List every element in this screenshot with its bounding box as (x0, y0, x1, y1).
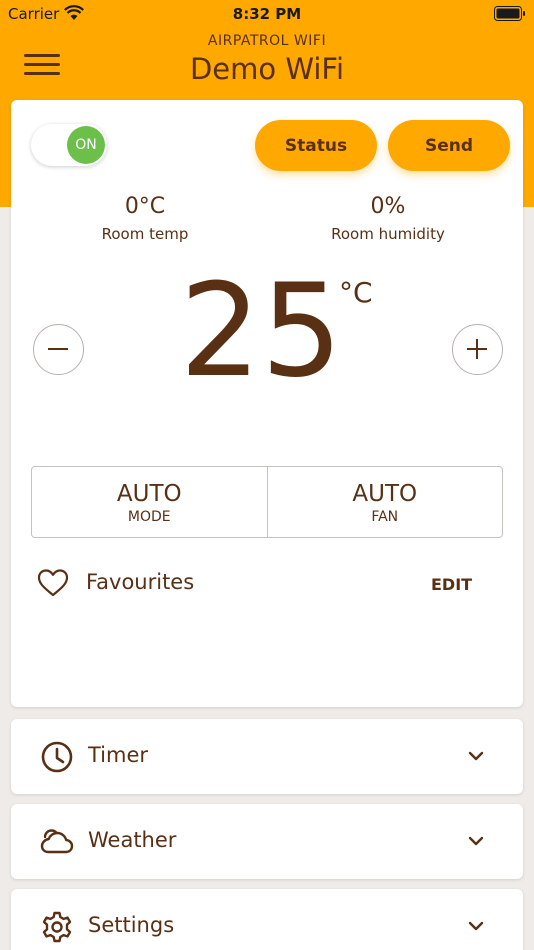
page-title: Demo WiFi (189, 52, 345, 86)
battery-icon (494, 6, 525, 21)
cloud-icon (40, 829, 74, 854)
favourites-edit-button[interactable]: EDIT (431, 575, 472, 594)
room-temp-value: 0°C (124, 194, 166, 219)
mode-label: MODE (127, 509, 171, 525)
control-card: ON Status Send 0°C Room temp 0% Room hum… (11, 100, 523, 707)
section-label: Weather (88, 828, 177, 852)
clock-icon (41, 741, 73, 773)
chevron-down-icon (468, 921, 484, 931)
heart-icon[interactable] (37, 568, 69, 598)
status-button[interactable]: Status (255, 120, 377, 171)
set-temperature: 25 (179, 257, 343, 406)
fan-label: FAN (371, 509, 399, 525)
plus-icon (467, 339, 487, 359)
room-temp-label: Room temp (101, 225, 189, 243)
app-subtitle: AIRPATROL WIFI (207, 33, 327, 49)
room-humidity-reading: 0% Room humidity (288, 194, 488, 243)
section-settings[interactable]: Settings (11, 889, 523, 950)
section-timer[interactable]: Timer (11, 719, 523, 794)
minus-icon (48, 348, 68, 350)
mode-fan-selector: AUTO MODE AUTO FAN (31, 466, 503, 538)
mode-value: AUTO (116, 481, 182, 507)
mode-selector[interactable]: AUTO MODE (32, 467, 267, 537)
fan-selector[interactable]: AUTO FAN (266, 467, 503, 537)
room-temp-reading: 0°C Room temp (45, 194, 245, 243)
clock-time: 8:32 PM (232, 5, 302, 23)
increase-temp-button[interactable] (452, 324, 503, 375)
chevron-down-icon (468, 751, 484, 761)
section-weather[interactable]: Weather (11, 804, 523, 879)
gear-icon (42, 911, 72, 943)
fan-value: AUTO (352, 481, 418, 507)
favourites-label: Favourites (86, 570, 195, 594)
power-toggle[interactable]: ON (31, 124, 107, 166)
room-humidity-value: 0% (370, 194, 406, 219)
send-button[interactable]: Send (388, 120, 510, 171)
room-humidity-label: Room humidity (331, 225, 445, 243)
power-toggle-label: ON (67, 126, 105, 164)
section-label: Timer (88, 743, 149, 767)
section-label: Settings (88, 913, 175, 937)
chevron-down-icon (468, 836, 484, 846)
decrease-temp-button[interactable] (33, 324, 84, 375)
temperature-unit: °C (339, 276, 373, 309)
status-bar: Carrier 8:32 PM (0, 0, 534, 28)
